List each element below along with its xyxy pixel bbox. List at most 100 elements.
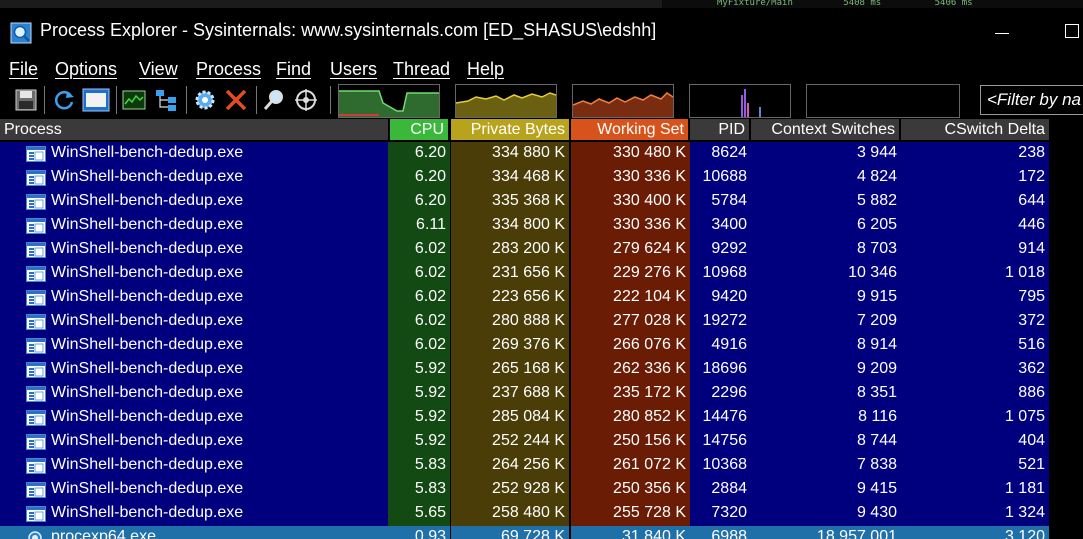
pid-cell: 7320 — [690, 502, 751, 526]
process-row[interactable]: WinShell-bench-dedup.exe 6.02 269 376 K 266… — [0, 334, 1083, 358]
private-bytes-cell: 231 656 K — [451, 262, 569, 286]
io-graph[interactable] — [689, 84, 791, 118]
menu-file[interactable]: File — [9, 59, 38, 80]
properties-icon[interactable] — [193, 88, 217, 112]
pid-cell: 9420 — [690, 286, 751, 310]
process-name: WinShell-bench-dedup.exe — [51, 168, 244, 185]
column-context-switches[interactable]: Context Switches — [751, 119, 899, 140]
background-window-strip: MyFixture/Main 5408 ms 5406 ms — [0, 0, 1083, 8]
cpu-cell: 0.93 — [388, 526, 450, 539]
cswitch-delta-cell: 644 — [901, 190, 1049, 214]
toolbar-separator — [256, 86, 257, 114]
commit-charge-graph[interactable] — [455, 84, 557, 118]
process-window-icon — [26, 314, 46, 330]
context-switches-cell: 9 430 — [751, 502, 901, 526]
pid-cell: 10688 — [690, 166, 751, 190]
menu-thread[interactable]: Thread — [393, 59, 450, 80]
private-bytes-cell: 258 480 K — [451, 502, 569, 526]
process-name: WinShell-bench-dedup.exe — [51, 240, 244, 257]
context-switches-cell: 9 915 — [751, 286, 901, 310]
process-row[interactable]: WinShell-bench-dedup.exe 5.92 252 244 K 250… — [0, 430, 1083, 454]
filter-input[interactable] — [987, 89, 1083, 111]
refresh-icon[interactable] — [52, 88, 76, 112]
menu-help[interactable]: Help — [467, 59, 504, 80]
process-row[interactable]: WinShell-bench-dedup.exe 6.20 334 880 K 330… — [0, 142, 1083, 166]
process-row[interactable]: procexp64.exe 0.93 69 728 K 31 840 K 6988 18 … — [0, 526, 1083, 539]
process-explorer-process-icon — [28, 531, 42, 539]
context-switches-cell: 8 351 — [751, 382, 901, 406]
process-row[interactable]: WinShell-bench-dedup.exe 5.83 252 928 K 250… — [0, 478, 1083, 502]
process-window-icon — [26, 482, 46, 498]
show-process-tree-icon[interactable] — [122, 88, 146, 112]
process-name-cell: WinShell-bench-dedup.exe — [0, 334, 388, 358]
menu-users[interactable]: Users — [330, 59, 377, 80]
process-row[interactable]: WinShell-bench-dedup.exe 6.20 335 368 K 330… — [0, 190, 1083, 214]
process-name-cell: WinShell-bench-dedup.exe — [0, 166, 388, 190]
context-switches-cell: 4 824 — [751, 166, 901, 190]
process-name-cell: procexp64.exe — [0, 526, 388, 539]
working-set-cell: 262 336 K — [571, 358, 690, 382]
context-switches-cell: 8 914 — [751, 334, 901, 358]
process-row[interactable]: WinShell-bench-dedup.exe 6.02 283 200 K 279… — [0, 238, 1083, 262]
maximize-button[interactable] — [1063, 20, 1083, 40]
show-lower-pane-icon[interactable] — [154, 88, 178, 112]
private-bytes-cell: 285 084 K — [451, 406, 569, 430]
process-name: WinShell-bench-dedup.exe — [51, 264, 244, 281]
context-switches-cell: 6 205 — [751, 214, 901, 238]
physical-memory-graph[interactable] — [572, 84, 674, 118]
process-name: WinShell-bench-dedup.exe — [51, 360, 244, 377]
process-name: WinShell-bench-dedup.exe — [51, 288, 244, 305]
column-private-bytes[interactable]: Private Bytes — [451, 119, 569, 140]
process-row[interactable]: WinShell-bench-dedup.exe 5.92 285 084 K 280… — [0, 406, 1083, 430]
system-info-icon[interactable] — [82, 88, 110, 112]
process-row[interactable]: WinShell-bench-dedup.exe 6.02 231 656 K 229… — [0, 262, 1083, 286]
pid-cell: 2884 — [690, 478, 751, 502]
working-set-cell: 222 104 K — [571, 286, 690, 310]
background-window-value-1: 5408 ms — [843, 0, 882, 8]
column-pid[interactable]: PID — [690, 119, 749, 140]
process-name: WinShell-bench-dedup.exe — [51, 336, 244, 353]
process-row[interactable]: WinShell-bench-dedup.exe 5.83 264 256 K 261… — [0, 454, 1083, 478]
process-window-icon — [26, 506, 46, 522]
process-row[interactable]: WinShell-bench-dedup.exe 5.92 265 168 K 262… — [0, 358, 1083, 382]
process-row[interactable]: WinShell-bench-dedup.exe 6.02 223 656 K 222… — [0, 286, 1083, 310]
column-working-set[interactable]: Working Set — [571, 119, 688, 140]
menu-options[interactable]: Options — [55, 59, 117, 80]
find-icon[interactable] — [262, 88, 286, 112]
context-switches-cell: 18 957 001 — [751, 526, 901, 539]
cpu-cell: 6.11 — [388, 214, 450, 238]
column-cswitch-delta[interactable]: CSwitch Delta — [901, 119, 1049, 140]
process-row[interactable]: WinShell-bench-dedup.exe 6.20 334 468 K 330… — [0, 166, 1083, 190]
process-name-cell: WinShell-bench-dedup.exe — [0, 358, 388, 382]
process-row[interactable]: WinShell-bench-dedup.exe 5.65 258 480 K 255… — [0, 502, 1083, 526]
menu-find[interactable]: Find — [276, 59, 311, 80]
cpu-cell: 6.02 — [388, 238, 450, 262]
menu-process[interactable]: Process — [196, 59, 261, 80]
cswitch-delta-cell: 404 — [901, 430, 1049, 454]
cpu-usage-graph[interactable] — [338, 84, 440, 118]
toolbar-separator — [116, 86, 117, 114]
process-row[interactable]: WinShell-bench-dedup.exe 6.11 334 800 K 330… — [0, 214, 1083, 238]
working-set-cell: 266 076 K — [571, 334, 690, 358]
context-switches-cell: 7 838 — [751, 454, 901, 478]
process-row[interactable]: WinShell-bench-dedup.exe 6.02 280 888 K 277… — [0, 310, 1083, 334]
cswitch-delta-cell: 1 018 — [901, 262, 1049, 286]
toolbar — [0, 82, 1083, 118]
title-bar: Process Explorer - Sysinternals: www.sys… — [0, 8, 1083, 56]
process-row[interactable]: WinShell-bench-dedup.exe 5.92 237 688 K 235… — [0, 382, 1083, 406]
pid-cell: 9292 — [690, 238, 751, 262]
context-switches-cell: 8 744 — [751, 430, 901, 454]
column-process[interactable]: Process — [0, 119, 388, 140]
process-window-icon — [26, 290, 46, 306]
private-bytes-cell: 264 256 K — [451, 454, 569, 478]
minimize-button[interactable] — [993, 20, 1013, 40]
filter-box[interactable] — [980, 85, 1083, 115]
cswitch-delta-cell: 362 — [901, 358, 1049, 382]
network-graph[interactable] — [806, 84, 960, 118]
menu-view[interactable]: View — [139, 59, 178, 80]
save-icon[interactable] — [14, 88, 38, 112]
process-name-cell: WinShell-bench-dedup.exe — [0, 454, 388, 478]
find-window-icon[interactable] — [294, 88, 318, 112]
column-cpu[interactable]: CPU — [390, 119, 448, 140]
kill-process-icon[interactable] — [224, 88, 248, 112]
